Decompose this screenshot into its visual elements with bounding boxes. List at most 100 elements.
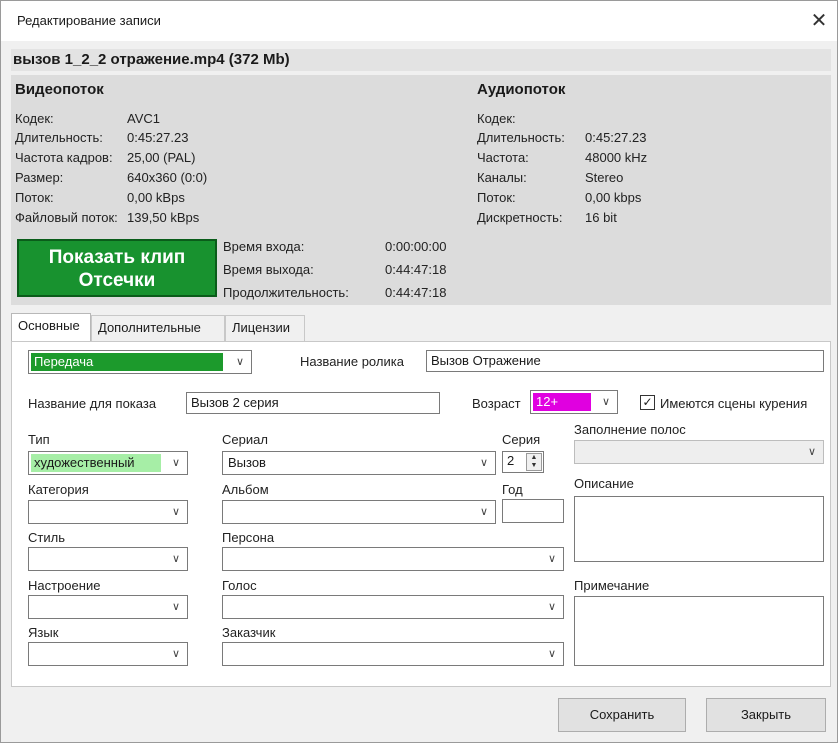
note-textarea[interactable] xyxy=(574,596,824,666)
title-bar: Редактирование записи ✕ xyxy=(1,1,837,41)
year-input[interactable] xyxy=(502,499,564,523)
video-filestream-label: Файловый поток: xyxy=(15,210,118,225)
show-clip-button-line1: Показать клип xyxy=(48,247,186,268)
customer-select[interactable]: ∨ xyxy=(222,642,564,666)
program-type-value: Передача xyxy=(31,353,223,371)
tab-main[interactable]: Основные xyxy=(11,313,91,342)
audio-duration-label: Длительность: xyxy=(477,130,565,145)
show-clip-button-line2: Отсечки xyxy=(78,270,156,291)
clip-out-label: Время выхода: xyxy=(223,262,314,277)
audio-frequency-value: 48000 kHz xyxy=(585,150,648,165)
video-duration-value: 0:45:27.23 xyxy=(127,130,189,145)
clip-name-label: Название ролика xyxy=(300,354,404,369)
chevron-down-icon: ∨ xyxy=(171,505,181,518)
stripes-select[interactable]: ∨ xyxy=(574,440,824,464)
person-value xyxy=(225,550,231,568)
type-value: художественный xyxy=(31,454,161,472)
voice-label: Голос xyxy=(222,578,257,593)
type-label: Тип xyxy=(28,432,50,447)
year-label: Год xyxy=(502,482,523,497)
stripes-value xyxy=(577,443,583,461)
type-select[interactable]: художественный ∨ xyxy=(28,451,188,475)
stepper-down-icon[interactable]: ▼ xyxy=(527,462,541,470)
chevron-down-icon: ∨ xyxy=(547,600,557,613)
show-clip-button[interactable]: Показать клип Отсечки xyxy=(17,239,217,297)
video-bitrate-label: Поток: xyxy=(15,190,54,205)
album-value xyxy=(225,503,231,521)
note-label: Примечание xyxy=(574,578,650,593)
episode-label: Серия xyxy=(502,432,541,447)
clip-in-label: Время входа: xyxy=(223,239,305,254)
stepper-up-icon[interactable]: ▲ xyxy=(527,454,541,462)
chevron-down-icon: ∨ xyxy=(547,647,557,660)
tab-licenses[interactable]: Лицензии xyxy=(225,315,305,341)
audio-bitrate-label: Поток: xyxy=(477,190,516,205)
clip-in-value: 0:00:00:00 xyxy=(385,239,447,254)
description-label: Описание xyxy=(574,476,634,491)
chevron-down-icon: ∨ xyxy=(601,395,611,408)
episode-value: 2 xyxy=(507,453,515,468)
serial-select[interactable]: Вызов ∨ xyxy=(222,451,496,475)
audio-duration-value: 0:45:27.23 xyxy=(585,130,647,145)
episode-stepper[interactable]: 2 ▲ ▼ xyxy=(502,451,544,473)
album-select[interactable]: ∨ xyxy=(222,500,496,524)
video-codec-label: Кодек: xyxy=(15,111,54,126)
program-type-select[interactable]: Передача ∨ xyxy=(28,350,252,374)
close-button[interactable]: Закрыть xyxy=(706,698,826,732)
age-value: 12+ xyxy=(533,393,591,411)
video-codec-value: AVC1 xyxy=(127,111,160,126)
mood-label: Настроение xyxy=(28,578,101,593)
description-textarea[interactable] xyxy=(574,496,824,562)
chevron-down-icon: ∨ xyxy=(171,552,181,565)
edit-record-window: Редактирование записи ✕ вызов 1_2_2 отра… xyxy=(0,0,838,743)
person-select[interactable]: ∨ xyxy=(222,547,564,571)
file-name-bar: вызов 1_2_2 отражение.mp4 (372 Mb) xyxy=(11,49,831,71)
video-bitrate-value: 0,00 kBps xyxy=(127,190,185,205)
mood-value xyxy=(31,598,37,616)
language-select[interactable]: ∨ xyxy=(28,642,188,666)
chevron-down-icon: ∨ xyxy=(807,445,817,458)
mood-select[interactable]: ∨ xyxy=(28,595,188,619)
chevron-down-icon: ∨ xyxy=(171,456,181,469)
audio-frequency-label: Частота: xyxy=(477,150,529,165)
tab-panel-main: Передача ∨ Название ролика Вызов Отражен… xyxy=(11,341,831,687)
audio-channels-label: Каналы: xyxy=(477,170,527,185)
window-title: Редактирование записи xyxy=(17,13,161,28)
clip-duration-value: 0:44:47:18 xyxy=(385,285,447,300)
language-label: Язык xyxy=(28,625,59,640)
display-name-input[interactable]: Вызов 2 серия xyxy=(186,392,440,414)
close-icon[interactable]: ✕ xyxy=(807,9,831,33)
serial-value: Вызов xyxy=(228,455,266,470)
smoking-label: Имеются сцены курения xyxy=(660,396,808,411)
video-size-value: 640x360 (0:0) xyxy=(127,170,208,185)
language-value xyxy=(31,645,37,663)
style-select[interactable]: ∨ xyxy=(28,547,188,571)
style-value xyxy=(31,550,37,568)
stripes-label: Заполнение полос xyxy=(574,422,686,437)
audio-bitdepth-label: Дискретность: xyxy=(477,210,563,225)
style-label: Стиль xyxy=(28,530,65,545)
file-name: вызов 1_2_2 отражение.mp4 (372 Mb) xyxy=(13,51,290,68)
serial-label: Сериал xyxy=(222,432,268,447)
age-select[interactable]: 12+ ∨ xyxy=(530,390,618,414)
clip-name-input[interactable]: Вызов Отражение xyxy=(426,350,824,372)
media-info-panel: Видеопоток Кодек: AVC1 Длительность: 0:4… xyxy=(11,75,831,305)
save-button[interactable]: Сохранить xyxy=(558,698,686,732)
video-framerate-value: 25,00 (PAL) xyxy=(127,150,196,165)
chevron-down-icon: ∨ xyxy=(479,456,489,469)
smoking-checkbox[interactable]: ✓ xyxy=(640,395,655,410)
voice-value xyxy=(225,598,231,616)
category-value xyxy=(31,503,37,521)
chevron-down-icon: ∨ xyxy=(171,647,181,660)
voice-select[interactable]: ∨ xyxy=(222,595,564,619)
chevron-down-icon: ∨ xyxy=(235,355,245,368)
audio-bitdepth-value: 16 bit xyxy=(585,210,617,225)
clip-out-value: 0:44:47:18 xyxy=(385,262,447,277)
customer-value xyxy=(225,645,231,663)
tab-additional[interactable]: Дополнительные xyxy=(91,315,225,341)
video-size-label: Размер: xyxy=(15,170,64,185)
category-select[interactable]: ∨ xyxy=(28,500,188,524)
video-duration-label: Длительность: xyxy=(15,130,103,145)
audio-channels-value: Stereo xyxy=(585,170,624,185)
episode-stepper-buttons[interactable]: ▲ ▼ xyxy=(526,453,542,471)
